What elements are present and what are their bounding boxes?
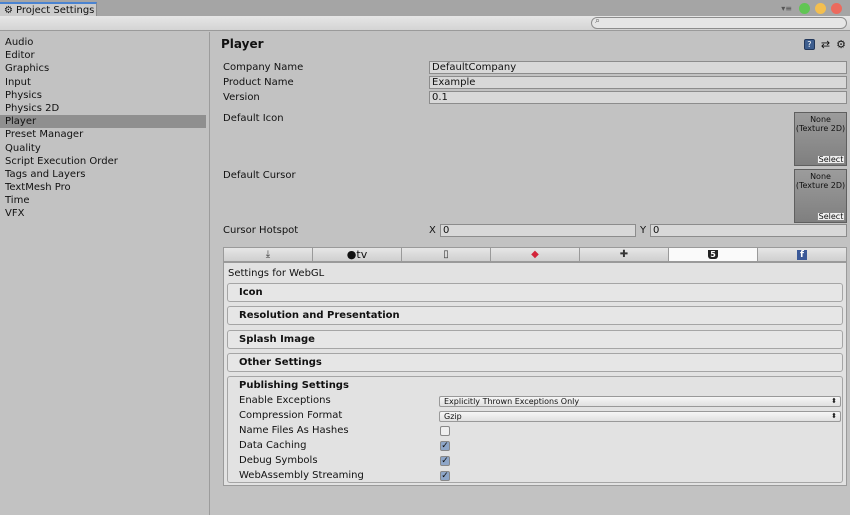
player-settings-panel: Player ? ⇄ ⚙ Company Name DefaultCompany… <box>211 32 850 515</box>
enable-exceptions-dropdown[interactable]: Explicitly Thrown Exceptions Only ⬍ <box>439 396 841 407</box>
window-controls: ▾≡ <box>781 3 842 14</box>
dropdown-arrows-icon: ⬍ <box>831 397 837 405</box>
tab-webgl[interactable]: 5 <box>669 248 758 261</box>
section-splash-image[interactable]: Splash Image <box>227 330 843 349</box>
window-tab[interactable]: ⚙ Project Settings <box>0 2 97 17</box>
sidebar-item-input[interactable]: Input <box>0 76 206 89</box>
compression-format-label: Compression Format <box>239 410 343 421</box>
sidebar-item-script-execution-order[interactable]: Script Execution Order <box>0 155 206 168</box>
sidebar-item-player[interactable]: Player <box>0 115 206 129</box>
hotspot-y-field[interactable]: 0 <box>650 224 847 237</box>
sidebar-item-textmesh-pro[interactable]: TextMesh Pro <box>0 181 206 194</box>
check-icon: ✓ <box>441 471 449 481</box>
section-other-settings[interactable]: Other Settings <box>227 353 843 372</box>
enable-exceptions-value: Explicitly Thrown Exceptions Only <box>444 397 580 406</box>
publishing-settings-title[interactable]: Publishing Settings <box>239 380 349 391</box>
sidebar-item-quality[interactable]: Quality <box>0 142 206 155</box>
settings-gear-icon[interactable]: ⚙ <box>836 38 846 51</box>
sidebar-item-graphics[interactable]: Graphics <box>0 62 206 75</box>
tab-ios[interactable]: ▯ <box>402 248 491 261</box>
tab-android[interactable]: ✚ <box>580 248 669 261</box>
settings-for-label: Settings for WebGL <box>228 268 325 279</box>
compression-format-value: Gzip <box>444 412 462 421</box>
webassembly-streaming-label: WebAssembly Streaming <box>239 470 364 481</box>
webassembly-streaming-checkbox[interactable]: ✓ <box>440 471 450 481</box>
sidebar-item-physics[interactable]: Physics <box>0 89 206 102</box>
sidebar-item-vfx[interactable]: VFX <box>0 207 206 220</box>
section-resolution-and-presentation[interactable]: Resolution and Presentation <box>227 306 843 325</box>
tab-tvos[interactable]: ●tv <box>313 248 402 261</box>
menu-icon[interactable]: ▾≡ <box>781 4 792 13</box>
name-files-as-hashes-label: Name Files As Hashes <box>239 425 349 436</box>
check-icon: ✓ <box>441 456 449 466</box>
title-bar: ⚙ Project Settings ▾≡ <box>0 0 850 17</box>
default-icon-slot[interactable]: None (Texture 2D) Select <box>794 112 847 166</box>
cursor-hotspot-label: Cursor Hotspot <box>223 225 299 236</box>
download-icon: ⤓ <box>265 249 271 260</box>
publishing-settings: Publishing Settings Enable Exceptions Ex… <box>227 376 843 483</box>
phone-icon: ▯ <box>443 249 449 260</box>
default-cursor-label: Default Cursor <box>223 170 296 181</box>
header-icons: ? ⇄ ⚙ <box>803 38 846 51</box>
page-title: Player <box>221 37 264 51</box>
help-icon[interactable]: ? <box>803 39 815 50</box>
sidebar-item-preset-manager[interactable]: Preset Manager <box>0 128 206 141</box>
product-name-field[interactable]: Example <box>429 76 847 89</box>
data-caching-checkbox[interactable]: ✓ <box>440 441 450 451</box>
android-icon: ✚ <box>619 249 629 260</box>
sidebar: Audio Editor Graphics Input Physics Phys… <box>0 32 210 515</box>
dropdown-arrows-icon: ⬍ <box>831 412 837 420</box>
window-tab-label: Project Settings <box>15 5 95 16</box>
company-name-label: Company Name <box>223 62 304 73</box>
company-name-field[interactable]: DefaultCompany <box>429 61 847 74</box>
webgl-settings: Settings for WebGL Icon Resolution and P… <box>223 262 847 486</box>
check-icon: ✓ <box>441 441 449 451</box>
sidebar-item-audio[interactable]: Audio <box>0 36 206 49</box>
debug-symbols-checkbox[interactable]: ✓ <box>440 456 450 466</box>
lumin-icon: ◆ <box>531 249 539 260</box>
search-input[interactable]: ⌕ <box>591 16 847 29</box>
gear-icon: ⚙ <box>4 5 13 16</box>
facebook-icon: f <box>797 249 807 260</box>
search-icon: ⌕ <box>595 16 601 26</box>
presets-icon[interactable]: ⇄ <box>821 38 830 51</box>
default-icon-select-button[interactable]: Select <box>817 155 845 164</box>
sidebar-item-time[interactable]: Time <box>0 194 206 207</box>
sidebar-item-physics-2d[interactable]: Physics 2D <box>0 102 206 115</box>
maximize-button[interactable] <box>799 3 810 14</box>
sidebar-item-editor[interactable]: Editor <box>0 49 206 62</box>
default-icon-label: Default Icon <box>223 113 284 124</box>
debug-symbols-label: Debug Symbols <box>239 455 318 466</box>
default-icon-value: None (Texture 2D) <box>795 115 846 133</box>
default-cursor-value: None (Texture 2D) <box>795 172 846 190</box>
tab-lumin[interactable]: ◆ <box>491 248 580 261</box>
tab-standalone[interactable]: ⤓ <box>224 248 313 261</box>
hotspot-x-field[interactable]: 0 <box>440 224 636 237</box>
name-files-as-hashes-checkbox[interactable] <box>440 426 450 436</box>
section-icon[interactable]: Icon <box>227 283 843 302</box>
minimize-button[interactable] <box>815 3 826 14</box>
version-label: Version <box>223 92 260 103</box>
default-cursor-slot[interactable]: None (Texture 2D) Select <box>794 169 847 223</box>
hotspot-x-label: X <box>429 225 436 236</box>
enable-exceptions-label: Enable Exceptions <box>239 395 331 406</box>
hotspot-y-label: Y <box>640 225 647 236</box>
tab-facebook[interactable]: f <box>758 248 846 261</box>
apple-tv-icon: ●tv <box>346 248 368 261</box>
html5-icon: 5 <box>708 250 718 259</box>
close-button[interactable] <box>831 3 842 14</box>
platform-tabs: ⤓ ●tv ▯ ◆ ✚ 5 f <box>223 247 847 262</box>
default-cursor-select-button[interactable]: Select <box>817 212 845 221</box>
version-field[interactable]: 0.1 <box>429 91 847 104</box>
sidebar-item-tags-and-layers[interactable]: Tags and Layers <box>0 168 206 181</box>
product-name-label: Product Name <box>223 77 294 88</box>
toolbar: ⌕ <box>0 16 850 31</box>
data-caching-label: Data Caching <box>239 440 307 451</box>
compression-format-dropdown[interactable]: Gzip ⬍ <box>439 411 841 422</box>
